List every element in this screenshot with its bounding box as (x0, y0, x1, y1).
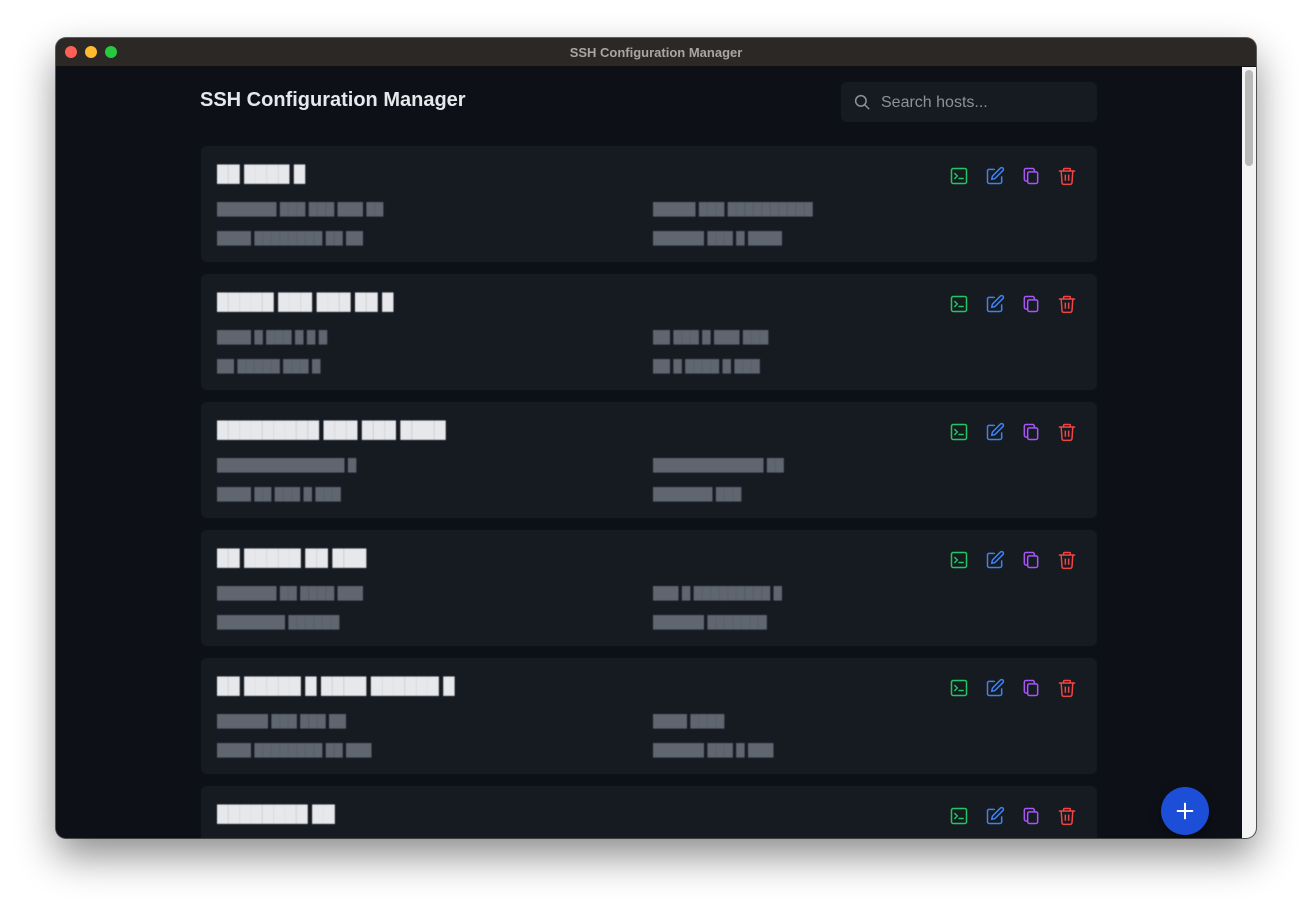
host-identity-file: ███████ ███ (653, 487, 742, 501)
host-user: ████ █ ███ █ █ █ (217, 330, 328, 344)
copy-icon (1023, 167, 1039, 185)
search-input[interactable] (879, 82, 1091, 124)
copy-icon (1023, 807, 1039, 825)
host-identity-file: ██ █ ████ █ ███ (653, 359, 760, 373)
trash-icon (1058, 679, 1076, 698)
trash-icon (1058, 551, 1076, 570)
copy-icon (1023, 295, 1039, 313)
host-name: █████████ ███ ███ ████ (217, 422, 446, 439)
host-identity-file: ██████ ███ █ ████ (653, 231, 783, 245)
host-user: ███████████████ █ (217, 458, 357, 472)
host-address: █████ ███ ██████████ (653, 202, 813, 216)
window-title: SSH Configuration Manager (569, 45, 743, 60)
trash-icon (1058, 167, 1076, 186)
host-user: ███████ ██ ████ ███ (217, 586, 364, 600)
connect-button[interactable] (949, 806, 969, 826)
duplicate-button[interactable] (1021, 294, 1041, 314)
copy-icon (1023, 423, 1039, 441)
delete-button[interactable] (1057, 294, 1077, 314)
host-card[interactable]: █████ ███ ███ ██ █ ████ █ ███ █ █ █ ██ █… (201, 274, 1097, 390)
host-actions (949, 550, 1077, 570)
duplicate-button[interactable] (1021, 422, 1041, 442)
connect-button[interactable] (949, 166, 969, 186)
add-host-button[interactable] (1161, 787, 1209, 835)
edit-button[interactable] (985, 550, 1005, 570)
host-identity-file: ██████ ███████ (653, 615, 767, 629)
trash-icon (1058, 295, 1076, 314)
edit-button[interactable] (985, 294, 1005, 314)
app-window: SSH Configuration Manager SSH Configurat… (56, 38, 1256, 838)
host-card[interactable]: ██ █████ █ ████ ██████ █ ██████ ███ ███ … (201, 658, 1097, 774)
terminal-icon (950, 167, 968, 185)
terminal-icon (950, 551, 968, 569)
scrollbar-thumb[interactable] (1245, 70, 1253, 166)
host-card[interactable]: ██ █████ ██ ███ ███████ ██ ████ ███ ███ … (201, 530, 1097, 646)
connect-button[interactable] (949, 550, 969, 570)
delete-button[interactable] (1057, 678, 1077, 698)
edit-icon (986, 294, 1005, 313)
edit-icon (986, 806, 1005, 825)
terminal-icon (950, 295, 968, 313)
host-actions (949, 422, 1077, 442)
host-address: ███ █ █████████ █ (653, 586, 783, 600)
host-card[interactable]: █████████ ███ ███ ████ ███████████████ █… (201, 402, 1097, 518)
main-content: SSH Configuration Manager ██ ████ █ ████… (56, 67, 1242, 838)
host-name: ██ ████ █ (217, 166, 306, 183)
host-port: ████ ████████ ██ ██ (217, 231, 364, 245)
search-icon (853, 93, 871, 111)
edit-icon (986, 166, 1005, 185)
vertical-scrollbar[interactable] (1242, 67, 1256, 838)
edit-icon (986, 678, 1005, 697)
edit-icon (986, 550, 1005, 569)
terminal-icon (950, 807, 968, 825)
delete-button[interactable] (1057, 550, 1077, 570)
terminal-icon (950, 679, 968, 697)
duplicate-button[interactable] (1021, 166, 1041, 186)
host-name: ██ █████ ██ ███ (217, 550, 367, 567)
edit-button[interactable] (985, 166, 1005, 186)
edit-button[interactable] (985, 678, 1005, 698)
host-actions (949, 294, 1077, 314)
host-address: █████████████ ██ (653, 458, 784, 472)
host-actions (949, 166, 1077, 186)
host-port: ████ ██ ███ █ ███ (217, 487, 341, 501)
connect-button[interactable] (949, 422, 969, 442)
host-address: ██ ███ █ ███ ███ (653, 330, 769, 344)
host-name: █████ ███ ███ ██ █ (217, 294, 394, 311)
host-name: ████████ ██ (217, 806, 335, 823)
host-user: ███████ ███ ███ ███ ██ (217, 202, 384, 216)
copy-icon (1023, 551, 1039, 569)
host-card[interactable]: ████████ ██ (201, 786, 1097, 838)
trash-icon (1058, 807, 1076, 826)
delete-button[interactable] (1057, 422, 1077, 442)
delete-button[interactable] (1057, 806, 1077, 826)
edit-icon (986, 422, 1005, 441)
host-actions (949, 806, 1077, 826)
search-box[interactable] (841, 82, 1097, 124)
host-actions (949, 678, 1077, 698)
edit-button[interactable] (985, 806, 1005, 826)
connect-button[interactable] (949, 678, 969, 698)
host-card[interactable]: ██ ████ █ ███████ ███ ███ ███ ██ █████ █… (201, 146, 1097, 262)
host-user: ██████ ███ ███ ██ (217, 714, 347, 728)
host-identity-file: ██████ ███ █ ███ (653, 743, 774, 757)
duplicate-button[interactable] (1021, 678, 1041, 698)
terminal-icon (950, 423, 968, 441)
delete-button[interactable] (1057, 166, 1077, 186)
duplicate-button[interactable] (1021, 550, 1041, 570)
host-port: ██ █████ ███ █ (217, 359, 321, 373)
connect-button[interactable] (949, 294, 969, 314)
page-title: SSH Configuration Manager (200, 89, 466, 111)
copy-icon (1023, 679, 1039, 697)
title-bar: SSH Configuration Manager (56, 38, 1256, 67)
host-port: ████████ ██████ (217, 615, 340, 629)
host-address: ████ ████ (653, 714, 725, 728)
host-name: ██ █████ █ ████ ██████ █ (217, 678, 455, 695)
trash-icon (1058, 423, 1076, 442)
edit-button[interactable] (985, 422, 1005, 442)
duplicate-button[interactable] (1021, 806, 1041, 826)
host-port: ████ ████████ ██ ███ (217, 743, 372, 757)
